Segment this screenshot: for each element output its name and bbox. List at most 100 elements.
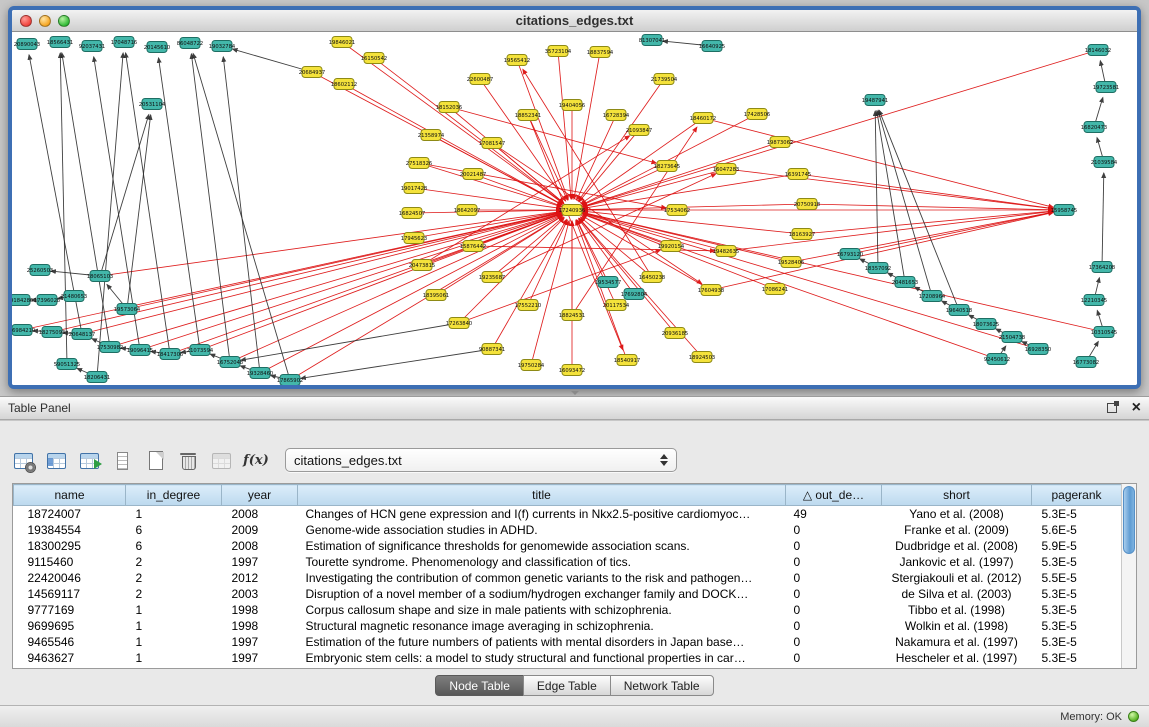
graph-node[interactable]: 18152036 bbox=[436, 102, 462, 113]
graph-node[interactable]: 16752048 bbox=[217, 357, 243, 368]
graph-node[interactable]: 20648137 bbox=[69, 329, 95, 340]
graph-node[interactable]: 19017428 bbox=[401, 183, 427, 194]
delete-column-icon[interactable] bbox=[175, 447, 201, 473]
close-panel-button[interactable]: × bbox=[1132, 401, 1141, 415]
graph-node[interactable]: 25260503 bbox=[27, 265, 53, 276]
graph-node[interactable]: 19920154 bbox=[658, 241, 685, 252]
column-header-short[interactable]: short bbox=[882, 485, 1032, 506]
graph-node[interactable]: 17240936 bbox=[559, 205, 585, 216]
graph-node[interactable]: 20684937 bbox=[299, 67, 325, 78]
table-row[interactable]: 911546021997Tourette syndrome. Phenomeno… bbox=[14, 554, 1122, 570]
graph-node[interactable]: 20481653 bbox=[892, 277, 918, 288]
graph-node[interactable]: 16928350 bbox=[1025, 344, 1051, 355]
table-row[interactable]: 977716911998Corpus callosum shape and si… bbox=[14, 602, 1122, 618]
graph-node[interactable]: 19846021 bbox=[329, 37, 355, 48]
graph-node[interactable]: 16047283 bbox=[713, 164, 739, 175]
table-row[interactable]: 969969511998Structural magnetic resonanc… bbox=[14, 618, 1122, 634]
graph-node[interactable]: 17530982 bbox=[97, 342, 123, 353]
graph-node[interactable]: 27518326 bbox=[406, 158, 432, 169]
graph-node[interactable]: 19534577 bbox=[595, 277, 621, 288]
graph-node[interactable]: 19873062 bbox=[767, 137, 793, 148]
graph-node[interactable]: 17396028 bbox=[34, 295, 60, 306]
network-graph[interactable]: 1724093619404056188523411708154720021487… bbox=[12, 32, 1137, 385]
table-settings-icon[interactable] bbox=[10, 447, 36, 473]
graph-node[interactable]: 86048722 bbox=[177, 38, 203, 49]
create-column-icon[interactable] bbox=[142, 447, 168, 473]
import-table-icon[interactable] bbox=[208, 447, 234, 473]
graph-node[interactable]: 19235687 bbox=[479, 272, 505, 283]
window-titlebar[interactable]: citations_edges.txt bbox=[12, 10, 1137, 32]
graph-node[interactable]: 18837594 bbox=[587, 47, 614, 58]
graph-node[interactable]: 20473815 bbox=[409, 260, 435, 271]
graph-node[interactable]: 18417306 bbox=[157, 349, 183, 360]
tab-network-table[interactable]: Network Table bbox=[610, 675, 714, 696]
scrollbar-thumb[interactable] bbox=[1123, 486, 1135, 554]
graph-node[interactable]: 18206431 bbox=[84, 372, 110, 383]
graph-node[interactable]: 19404056 bbox=[559, 100, 585, 111]
graph-node[interactable]: 18852341 bbox=[515, 110, 541, 121]
graph-node[interactable]: 21073594 bbox=[187, 345, 214, 356]
minimize-window-button[interactable] bbox=[39, 15, 51, 27]
graph-node[interactable]: 16728394 bbox=[603, 110, 630, 121]
graph-node[interactable]: 21093847 bbox=[626, 125, 652, 136]
graph-node[interactable]: 17692804 bbox=[621, 289, 648, 300]
graph-node[interactable]: 16640925 bbox=[699, 41, 725, 52]
select-columns-icon[interactable] bbox=[43, 447, 69, 473]
graph-node[interactable]: 17081547 bbox=[479, 138, 505, 149]
column-header-name[interactable]: name bbox=[14, 485, 126, 506]
table-row[interactable]: 1830029562008Estimation of significance … bbox=[14, 538, 1122, 554]
graph-node[interactable]: 18460172 bbox=[690, 113, 716, 124]
column-header-year[interactable]: year bbox=[222, 485, 298, 506]
graph-node[interactable]: 81307041 bbox=[639, 35, 665, 46]
graph-node[interactable]: 18566431 bbox=[47, 37, 73, 48]
graph-node[interactable]: 19487941 bbox=[862, 95, 888, 106]
graph-node[interactable]: 59051325 bbox=[54, 359, 80, 370]
graph-node[interactable]: 90887341 bbox=[479, 344, 505, 355]
graph-node[interactable]: 18163927 bbox=[789, 229, 815, 240]
function-builder-icon[interactable]: f(x) bbox=[241, 447, 271, 473]
graph-node[interactable]: 12210345 bbox=[1081, 295, 1107, 306]
graph-node[interactable]: 19528406 bbox=[778, 257, 804, 268]
graph-node[interactable]: 17534062 bbox=[664, 205, 690, 216]
graph-node[interactable]: 18395061 bbox=[423, 290, 449, 301]
graph-node[interactable]: 17604938 bbox=[698, 285, 724, 296]
graph-node[interactable]: 21358974 bbox=[418, 130, 445, 141]
graph-node[interactable]: 17865902 bbox=[277, 375, 303, 386]
graph-node[interactable]: 20936185 bbox=[662, 328, 688, 339]
graph-node[interactable]: 18065103 bbox=[87, 271, 113, 282]
graph-node[interactable]: 16820473 bbox=[1081, 122, 1107, 133]
tab-node-table[interactable]: Node Table bbox=[435, 675, 524, 696]
graph-node[interactable]: 20117534 bbox=[603, 300, 630, 311]
graph-node[interactable]: 18146032 bbox=[1085, 45, 1111, 56]
graph-node[interactable]: 17263840 bbox=[446, 318, 472, 329]
zoom-window-button[interactable] bbox=[58, 15, 70, 27]
table-scrollbar[interactable] bbox=[1121, 484, 1136, 668]
column-header-title[interactable]: title bbox=[298, 485, 786, 506]
table-row[interactable]: 1872400712008Changes of HCN gene express… bbox=[14, 506, 1122, 523]
graph-node[interactable]: 15958745 bbox=[1051, 205, 1077, 216]
table-selector-dropdown[interactable]: citations_edges.txt bbox=[285, 448, 677, 472]
graph-node[interactable]: 19750284 bbox=[518, 360, 545, 371]
graph-node[interactable]: 16093472 bbox=[559, 365, 585, 376]
graph-node[interactable]: 19032784 bbox=[209, 41, 236, 52]
graph-node[interactable]: 16984210 bbox=[12, 325, 35, 336]
graph-node[interactable]: 17086241 bbox=[762, 284, 788, 295]
graph-node[interactable]: 21480653 bbox=[61, 291, 87, 302]
graph-node[interactable]: 10310545 bbox=[1091, 327, 1117, 338]
graph-node[interactable]: 19723581 bbox=[1093, 82, 1119, 93]
graph-node[interactable]: 19184286 bbox=[12, 295, 33, 306]
graph-node[interactable]: 17428506 bbox=[744, 109, 770, 120]
graph-node[interactable]: 17364208 bbox=[1089, 262, 1115, 273]
graph-node[interactable]: 18275093 bbox=[39, 327, 65, 338]
graph-node[interactable]: 17552210 bbox=[515, 300, 541, 311]
graph-node[interactable]: 18273645 bbox=[654, 161, 680, 172]
graph-node[interactable]: 22600487 bbox=[467, 74, 493, 85]
graph-node[interactable]: 18540917 bbox=[614, 355, 640, 366]
graph-node[interactable]: 16150542 bbox=[361, 53, 387, 64]
graph-node[interactable]: 16793120 bbox=[837, 249, 863, 260]
graph-node[interactable]: 92450612 bbox=[984, 354, 1010, 365]
graph-node[interactable]: 21504738 bbox=[999, 332, 1025, 343]
graph-node[interactable]: 17208964 bbox=[919, 291, 946, 302]
column-header-out_degree[interactable]: △ out_de… bbox=[786, 485, 882, 506]
graph-node[interactable]: 21039584 bbox=[1091, 157, 1118, 168]
